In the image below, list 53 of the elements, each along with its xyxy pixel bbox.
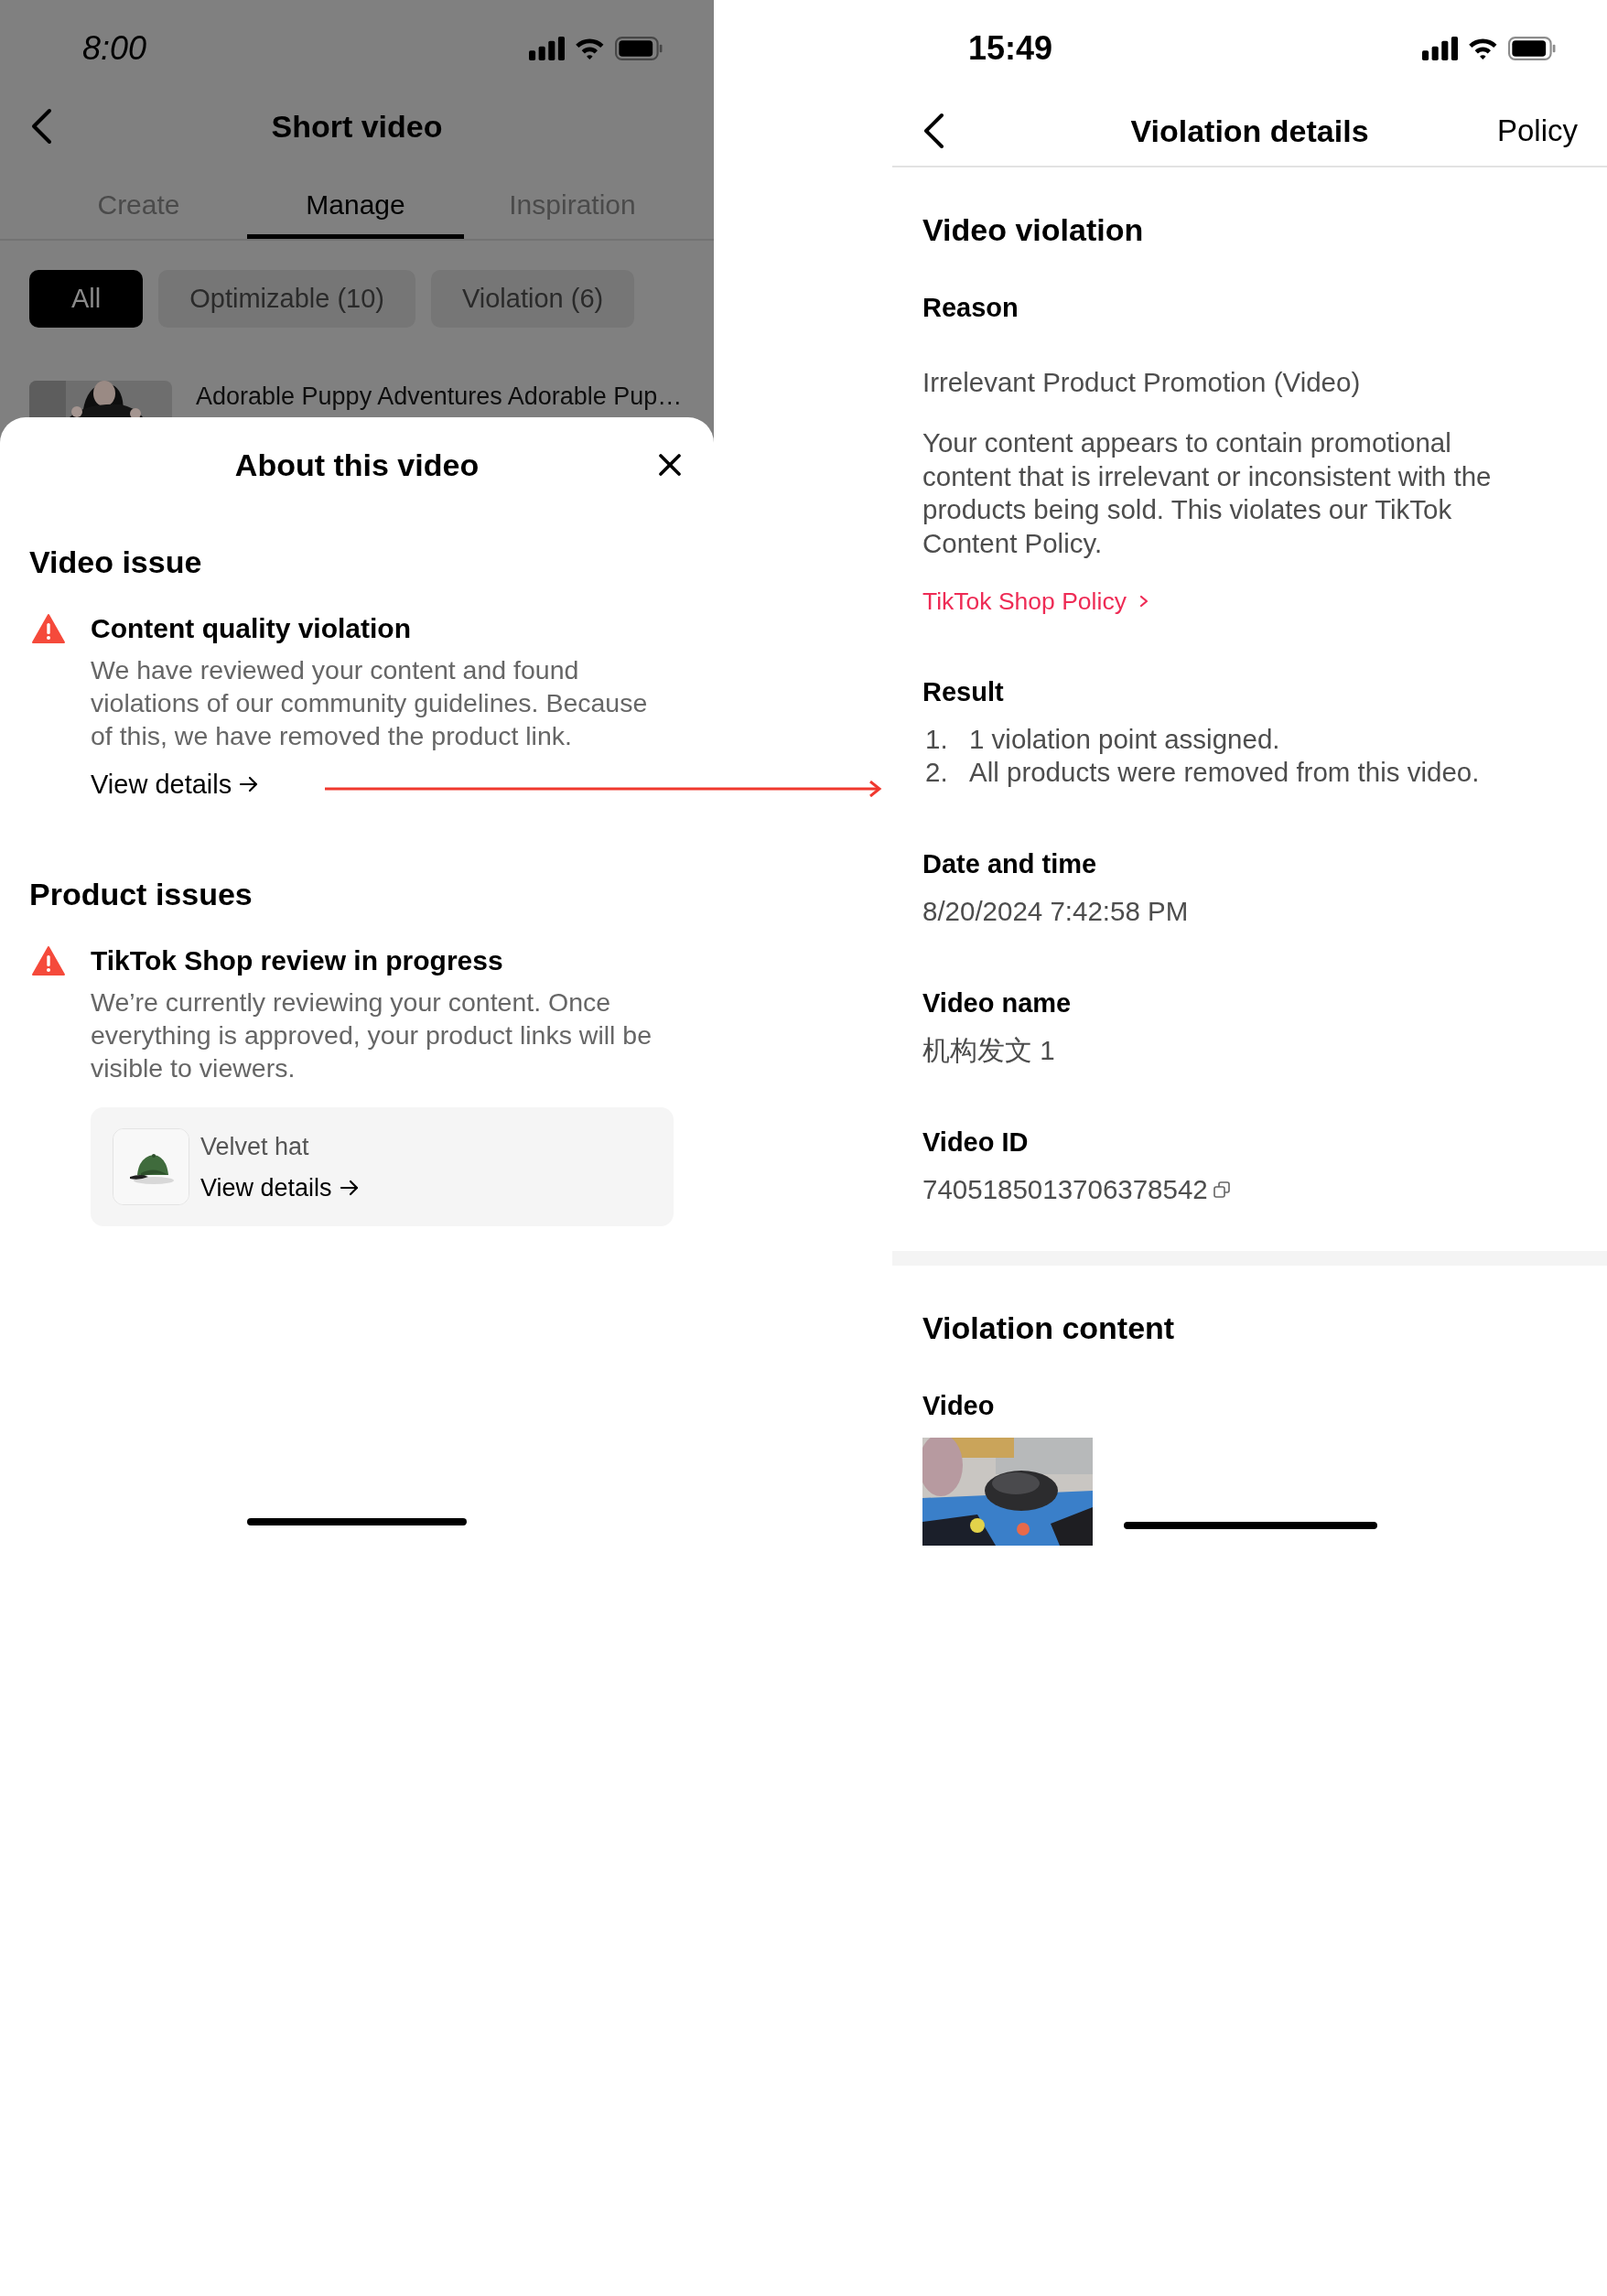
screen-title: Violation details — [1130, 113, 1369, 148]
product-name: Velvet hat — [200, 1132, 310, 1162]
issue-title: TikTok Shop review in progress — [91, 944, 503, 977]
screen-title: Short video — [271, 108, 443, 144]
field-label: Date and time — [922, 848, 1097, 880]
view-details-link[interactable]: View details — [91, 767, 260, 802]
tab[interactable]: Manage — [247, 169, 464, 239]
signal-icon — [1422, 36, 1459, 60]
back-icon[interactable] — [922, 112, 945, 150]
signal-icon — [529, 36, 566, 60]
arrow-icon — [239, 775, 260, 793]
policy-link[interactable]: Policy — [1496, 113, 1578, 148]
field-label: Result — [922, 676, 1004, 708]
section-heading: Product issues — [29, 876, 253, 913]
policy-link[interactable]: TikTok Shop Policy — [922, 586, 1149, 617]
filter-chip[interactable]: All — [29, 270, 144, 328]
product-card[interactable]: Velvet hat View details — [91, 1107, 674, 1226]
field-value: 7405185013706378542 — [922, 1173, 1208, 1206]
issue-description: We’re currently reviewing your content. Once everything is approved, your product links will be visible to viewers. — [91, 986, 653, 1084]
chevron-icon — [1138, 595, 1149, 608]
result-item: 1 violation point assigned. — [969, 723, 1280, 756]
arrow-icon — [339, 1179, 360, 1197]
field-label: Video — [922, 1390, 995, 1422]
section-heading: Video issue — [29, 544, 203, 581]
issue-description: We have reviewed your content and found violations of our community guidelines. Because of this, we have removed the product link. — [91, 654, 649, 752]
filter-chip[interactable]: Violation (6) — [431, 270, 635, 328]
status-time: 8:00 — [82, 28, 147, 68]
warning-icon — [32, 946, 65, 976]
issue-title: Content quality violation — [91, 612, 411, 645]
copy-icon[interactable] — [1213, 1181, 1230, 1198]
warning-icon — [32, 614, 65, 643]
filter-chip[interactable]: Optimizable (10) — [158, 270, 415, 328]
field-value: 8/20/2024 7:42:58 PM — [922, 895, 1189, 928]
field-label: Video name — [922, 987, 1072, 1019]
close-icon[interactable] — [658, 453, 682, 477]
view-details-link[interactable]: View details — [200, 1173, 360, 1202]
field-label: Reason — [922, 292, 1019, 324]
status-time: 15:49 — [968, 28, 1053, 68]
result-item: All products were removed from this video. — [969, 756, 1480, 789]
battery-icon — [1508, 36, 1556, 60]
list-number: 1. — [924, 723, 949, 756]
wifi-icon — [1467, 36, 1499, 60]
field-label: Video ID — [922, 1126, 1029, 1159]
field-value: 机构发文 1 — [922, 1034, 1055, 1067]
sheet-title: About this video — [234, 447, 480, 483]
section-heading: Violation content — [922, 1310, 1175, 1347]
section-heading: Video violation — [922, 211, 1144, 249]
wifi-icon — [574, 36, 606, 60]
reason-description: Your content appears to contain promotional content that is irrelevant or inconsistent with the products being sold. This violates our TikTok Content Policy. — [922, 426, 1493, 560]
list-number: 2. — [924, 756, 949, 789]
reason-value: Irrelevant Product Promotion (Video) — [922, 366, 1361, 399]
video-title[interactable]: Adorable Puppy Adventures Adorable Pup… — [196, 383, 683, 417]
battery-icon — [615, 36, 663, 60]
